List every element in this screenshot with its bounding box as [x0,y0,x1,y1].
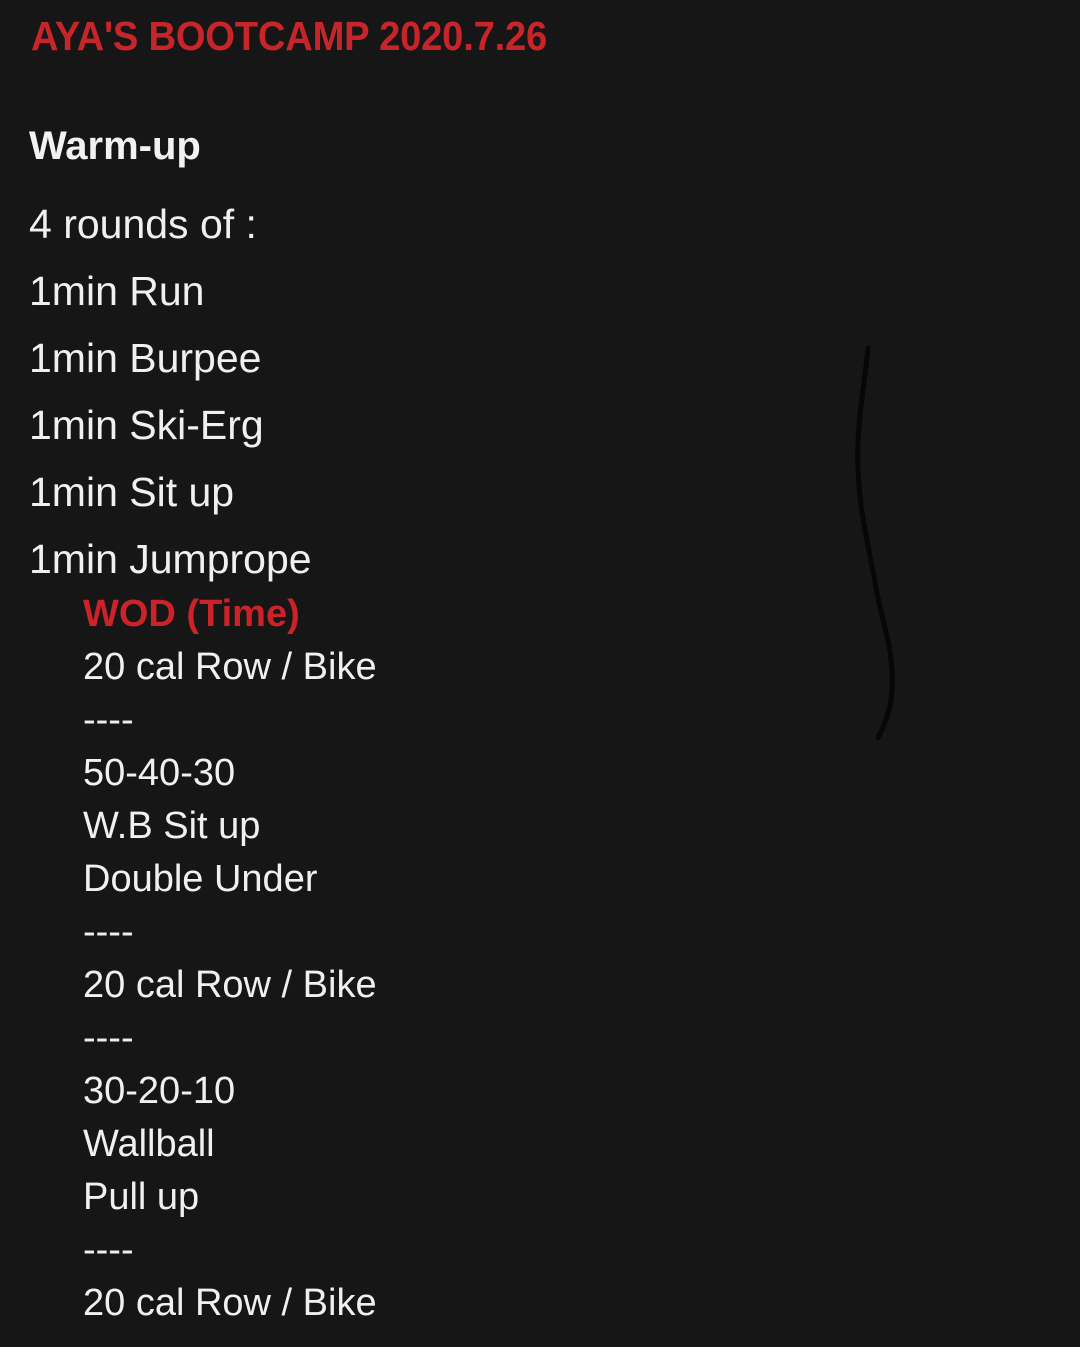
warmup-line: 4 rounds of : [29,201,257,247]
wod-separator: ---- [83,699,134,741]
warmup-section: Warm-up 4 rounds of : 1min Run 1min Burp… [29,123,669,593]
wod-section: WOD (Time) 20 cal Row / Bike ---- 50-40-… [83,588,783,1330]
warmup-line: 1min Ski-Erg [29,402,264,448]
workout-poster: AYA'S BOOTCAMP 2020.7.26 Warm-up 4 round… [0,0,1080,1347]
wod-line: Wallball [83,1123,215,1165]
wod-line: Double Under [83,858,318,900]
wod-separator: ---- [83,911,134,953]
warmup-line: 1min Jumprope [29,536,312,582]
wod-line: Pull up [83,1176,200,1218]
wod-separator: ---- [83,1017,134,1059]
wod-separator: ---- [83,1229,134,1271]
warmup-line: 1min Burpee [29,335,262,381]
warmup-heading: Warm-up [29,124,201,168]
wod-heading: WOD (Time) [83,593,300,635]
wod-line: 20 cal Row / Bike [83,646,377,688]
squiggle-line-artifact [855,345,895,741]
warmup-line: 1min Sit up [29,469,235,515]
page-title: AYA'S BOOTCAMP 2020.7.26 [31,13,548,59]
wod-line: 20 cal Row / Bike [83,1282,377,1324]
wod-line: W.B Sit up [83,805,261,847]
wod-line: 30-20-10 [83,1070,236,1112]
wod-line: 50-40-30 [83,752,236,794]
warmup-line: 1min Run [29,268,205,314]
wod-line: 20 cal Row / Bike [83,964,377,1006]
